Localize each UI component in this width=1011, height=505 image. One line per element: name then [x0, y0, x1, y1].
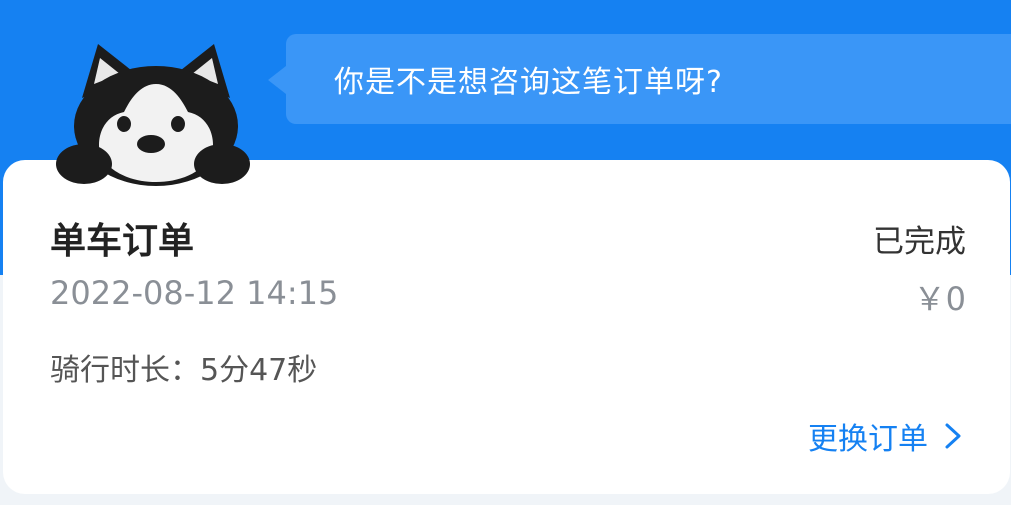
change-order-button[interactable]: 更换订单 [808, 414, 964, 458]
chevron-right-icon [945, 423, 961, 449]
order-title: 单车订单 [50, 221, 195, 262]
bubble-text: 你是不是想咨询这笔订单呀? [334, 65, 723, 100]
speech-bubble: 你是不是想咨询这笔订单呀? [268, 34, 1011, 124]
order-status: 已完成 [873, 224, 966, 260]
ride-duration: 骑行时长：5分47秒 [50, 353, 318, 388]
order-datetime: 2022-08-12 14:15 [50, 274, 339, 312]
change-order-label: 更换订单 [808, 422, 928, 457]
husky-mascot-icon [56, 44, 250, 186]
order-price: ￥0 [913, 280, 966, 318]
order-card: 单车订单 已完成 2022-08-12 14:15 ￥0 骑行时长：5分47秒 … [3, 160, 1010, 494]
